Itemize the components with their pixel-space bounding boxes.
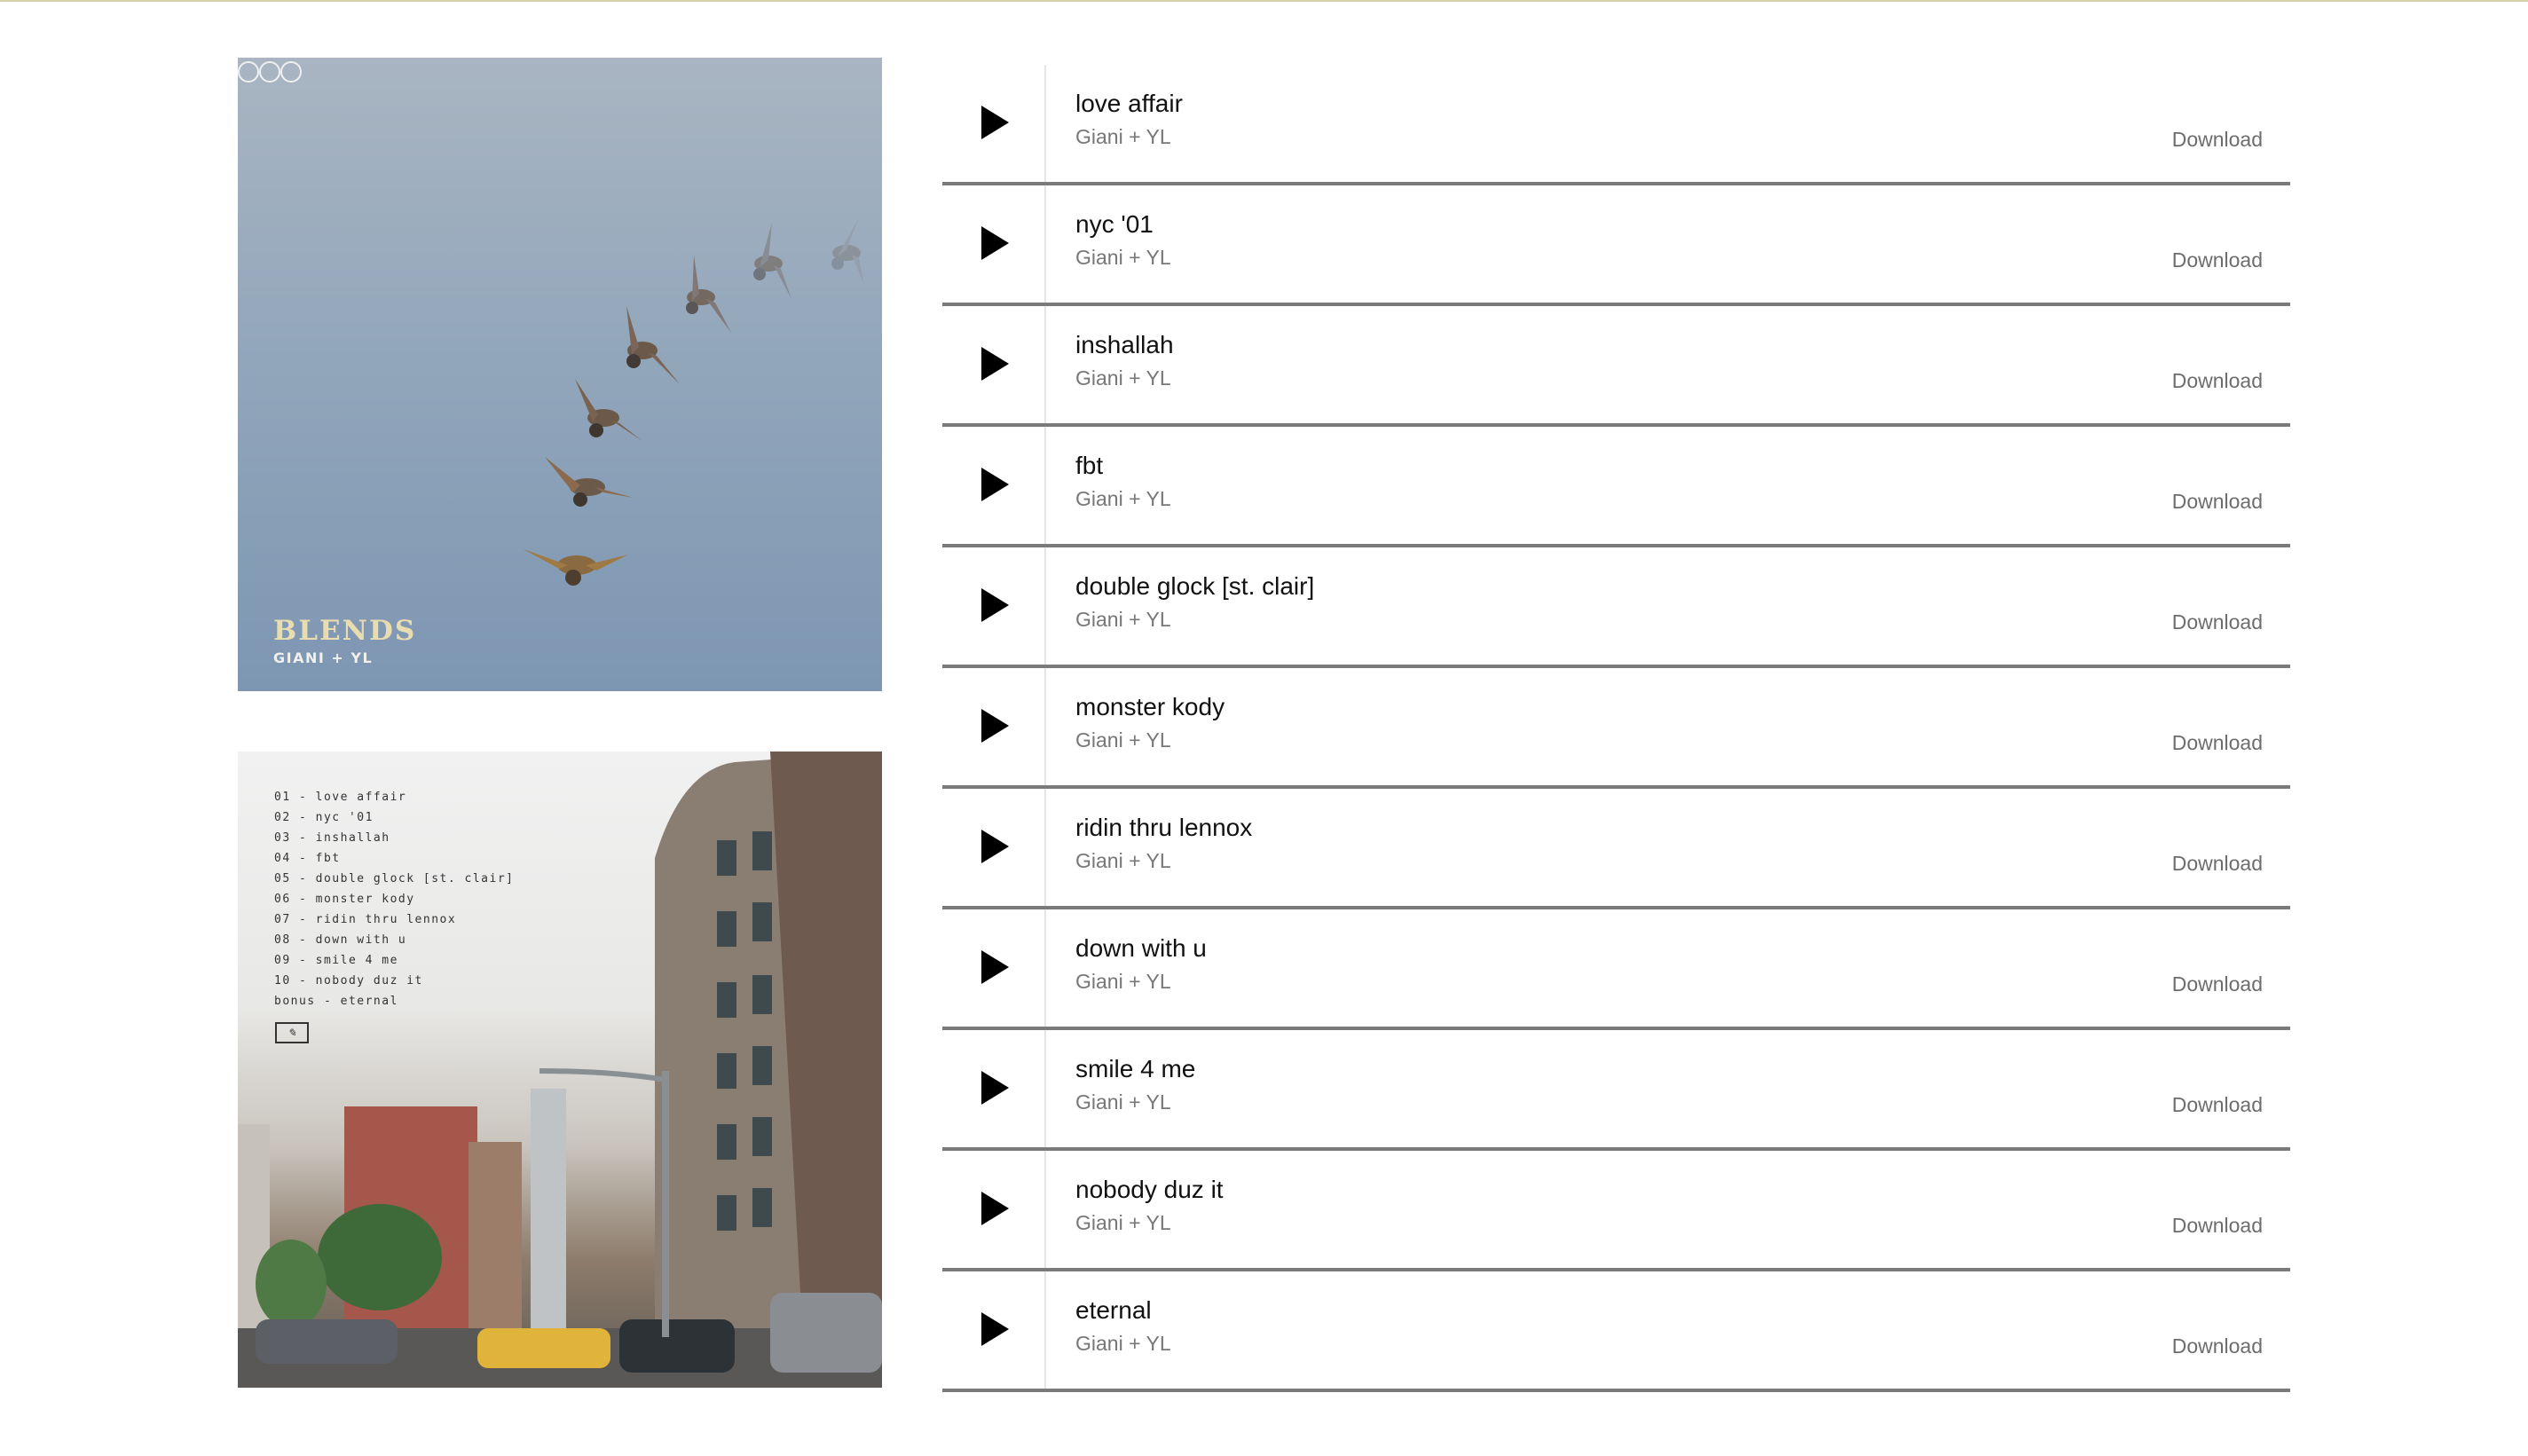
play-icon — [981, 226, 1009, 260]
track-row[interactable]: fbt Giani + YL Download — [942, 427, 2290, 547]
track-artist: Giani + YL — [1075, 1332, 1171, 1355]
back-cover-tracklist: 01 - love affair 02 - nyc '01 03 - insha… — [274, 787, 514, 1011]
play-icon — [981, 709, 1009, 743]
circle-badge-icon — [280, 61, 302, 83]
track-row[interactable]: eternal Giani + YL Download — [942, 1271, 2290, 1392]
tracklist-line: 01 - love affair — [274, 791, 407, 804]
tracklist-line: 06 - monster kody — [274, 893, 415, 906]
tracklist-line: 04 - fbt — [274, 852, 341, 865]
track-title: monster kody — [1075, 693, 1225, 720]
play-button[interactable] — [942, 185, 1046, 303]
play-button[interactable] — [942, 1030, 1046, 1147]
track-list: love affair Giani + YL Download nyc '01 … — [942, 65, 2290, 1392]
album-artist-label: GIANI + YL — [273, 649, 374, 666]
album-back-cover: 01 - love affair 02 - nyc '01 03 - insha… — [238, 752, 882, 1388]
play-button[interactable] — [942, 789, 1046, 906]
play-icon — [981, 347, 1009, 381]
track-artist: Giani + YL — [1075, 1211, 1171, 1234]
track-row[interactable]: double glock [st. clair] Giani + YL Down… — [942, 547, 2290, 668]
track-row[interactable]: nobody duz it Giani + YL Download — [942, 1151, 2290, 1271]
track-artist: Giani + YL — [1075, 849, 1171, 872]
tracklist-line: 10 - nobody duz it — [274, 974, 423, 988]
play-icon — [981, 830, 1009, 863]
circle-badge-icon — [259, 61, 280, 83]
track-title: ridin thru lennox — [1075, 814, 1253, 841]
play-icon — [981, 588, 1009, 622]
track-row[interactable]: down with u Giani + YL Download — [942, 909, 2290, 1030]
play-button[interactable] — [942, 547, 1046, 665]
play-button[interactable] — [942, 1151, 1046, 1268]
album-front-cover: BLENDS GIANI + YL — [238, 58, 882, 691]
track-artist: Giani + YL — [1075, 1090, 1171, 1114]
track-artist: Giani + YL — [1075, 125, 1171, 148]
tracklist-line: 07 - ridin thru lennox — [274, 913, 457, 926]
track-row[interactable]: monster kody Giani + YL Download — [942, 668, 2290, 789]
play-button[interactable] — [942, 1271, 1046, 1389]
track-row[interactable]: nyc '01 Giani + YL Download — [942, 185, 2290, 306]
play-icon — [981, 1192, 1009, 1225]
play-button[interactable] — [942, 427, 1046, 544]
track-row[interactable]: inshallah Giani + YL Download — [942, 306, 2290, 427]
track-title: love affair — [1075, 90, 1183, 117]
play-icon — [981, 1071, 1009, 1105]
play-icon — [981, 106, 1009, 139]
download-link[interactable]: Download — [2172, 1093, 2263, 1117]
track-artist: Giani + YL — [1075, 487, 1171, 510]
track-title: eternal — [1075, 1296, 1152, 1324]
top-rule — [0, 0, 2528, 2]
album-logo: BLENDS — [273, 615, 417, 647]
download-link[interactable]: Download — [2172, 248, 2263, 272]
pigeons-illustration — [524, 217, 864, 586]
tracklist-line: 05 - double glock [st. clair] — [274, 872, 515, 885]
track-artist: Giani + YL — [1075, 970, 1171, 993]
track-artist: Giani + YL — [1075, 608, 1171, 631]
track-row[interactable]: ridin thru lennox Giani + YL Download — [942, 789, 2290, 909]
tracklist-line: bonus - eternal — [274, 995, 398, 1008]
tracklist-line: 09 - smile 4 me — [274, 954, 398, 967]
track-title: inshallah — [1075, 331, 1174, 358]
track-artist: Giani + YL — [1075, 246, 1171, 269]
track-artist: Giani + YL — [1075, 366, 1171, 390]
track-title: double glock [st. clair] — [1075, 572, 1315, 600]
label-logo: ✎ — [275, 1022, 309, 1043]
download-link[interactable]: Download — [2172, 1214, 2263, 1238]
play-icon — [981, 950, 1009, 984]
play-button[interactable] — [942, 65, 1046, 182]
track-row[interactable]: love affair Giani + YL Download — [942, 65, 2290, 185]
play-button[interactable] — [942, 306, 1046, 423]
track-title: fbt — [1075, 452, 1104, 479]
play-button[interactable] — [942, 668, 1046, 785]
track-row[interactable]: smile 4 me Giani + YL Download — [942, 1030, 2290, 1151]
track-artist: Giani + YL — [1075, 728, 1171, 752]
play-button[interactable] — [942, 909, 1046, 1027]
tracklist-line: 02 - nyc '01 — [274, 811, 374, 824]
download-link[interactable]: Download — [2172, 852, 2263, 876]
download-link[interactable]: Download — [2172, 731, 2263, 755]
track-title: nyc '01 — [1075, 210, 1154, 238]
play-icon — [981, 1312, 1009, 1346]
circle-badge-icon — [238, 61, 259, 83]
track-title: smile 4 me — [1075, 1055, 1196, 1082]
track-title: nobody duz it — [1075, 1176, 1224, 1203]
download-link[interactable]: Download — [2172, 128, 2263, 152]
download-link[interactable]: Download — [2172, 369, 2263, 393]
tracklist-line: 08 - down with u — [274, 933, 407, 947]
badge-icons — [238, 61, 302, 83]
tracklist-line: 03 - inshallah — [274, 831, 390, 845]
track-title: down with u — [1075, 934, 1207, 962]
download-link[interactable]: Download — [2172, 1334, 2263, 1358]
download-link[interactable]: Download — [2172, 972, 2263, 996]
download-link[interactable]: Download — [2172, 490, 2263, 514]
download-link[interactable]: Download — [2172, 610, 2263, 634]
play-icon — [981, 468, 1009, 501]
